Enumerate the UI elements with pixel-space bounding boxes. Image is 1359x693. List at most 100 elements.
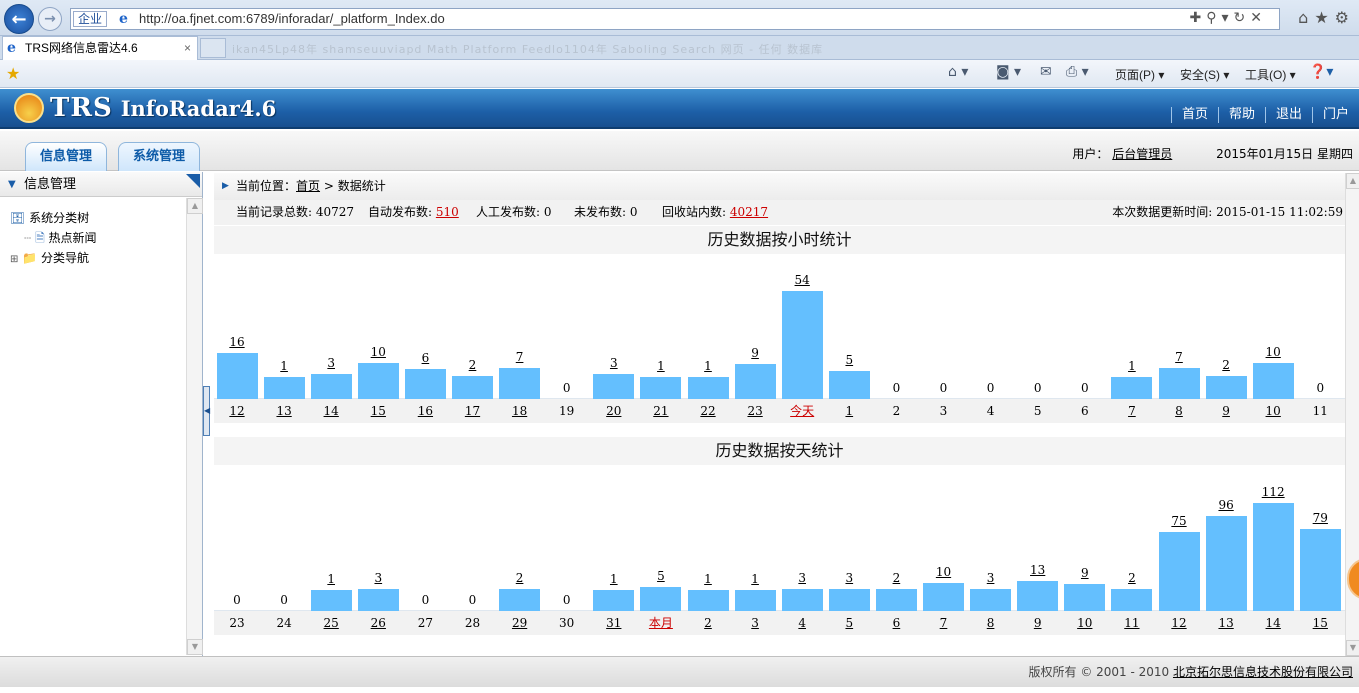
- x-tick-label[interactable]: 2: [688, 611, 729, 635]
- bar-value-label[interactable]: 2: [452, 358, 493, 372]
- collapse-triangle-icon[interactable]: ▼: [8, 172, 16, 197]
- bar-value-label[interactable]: 13: [1017, 563, 1058, 577]
- bar-value-label[interactable]: 1: [735, 572, 776, 586]
- tools-menu[interactable]: 工具(O) ▾: [1245, 66, 1296, 83]
- bar-value-label[interactable]: 1: [688, 359, 729, 373]
- chart-bar[interactable]: [1064, 584, 1106, 611]
- bar-value-label[interactable]: 1: [311, 572, 352, 586]
- chart-bar[interactable]: [1111, 377, 1153, 399]
- bar-value-label[interactable]: 3: [311, 356, 352, 370]
- chart-bar[interactable]: [640, 377, 682, 399]
- x-tick-label[interactable]: 今天: [782, 399, 823, 423]
- x-tick-label[interactable]: 17: [452, 399, 493, 423]
- bar-value-label[interactable]: 9: [1064, 566, 1105, 580]
- x-tick-label[interactable]: 15: [358, 399, 399, 423]
- bar-value-label[interactable]: 6: [405, 351, 446, 365]
- chart-bar[interactable]: [1111, 589, 1153, 611]
- chart-bar[interactable]: [263, 377, 305, 399]
- bar-value-label[interactable]: 3: [593, 356, 634, 370]
- chart-bar[interactable]: [1252, 503, 1294, 611]
- chart-bar[interactable]: [216, 353, 258, 399]
- sidebar-scrollbar[interactable]: ▲ ▼: [186, 198, 203, 655]
- tree-node-hot-news[interactable]: ┄ 🗎 热点新闻: [10, 228, 97, 248]
- chart-bar[interactable]: [781, 589, 823, 611]
- nav-help[interactable]: 帮助: [1217, 107, 1265, 123]
- tab-info-management[interactable]: 信息管理: [25, 142, 108, 171]
- chart-bar[interactable]: [499, 589, 541, 611]
- x-tick-label[interactable]: 13: [264, 399, 305, 423]
- chart-bar[interactable]: [1158, 368, 1200, 399]
- x-tick-label[interactable]: 7: [923, 611, 964, 635]
- forward-button[interactable]: →: [38, 7, 62, 31]
- page-menu[interactable]: 页面(P) ▾: [1115, 66, 1164, 83]
- home-fav-settings-icons[interactable]: ⌂★⚙: [1298, 8, 1355, 27]
- bar-value-label[interactable]: 75: [1159, 514, 1200, 528]
- user-name-link[interactable]: 后台管理员: [1112, 147, 1172, 161]
- bar-value-label[interactable]: 3: [782, 571, 823, 585]
- breadcrumb-home-link[interactable]: 首页: [296, 179, 320, 193]
- bar-value-label[interactable]: 1: [640, 359, 681, 373]
- chart-bar[interactable]: [357, 589, 399, 611]
- tree-node-label[interactable]: 系统分类树: [29, 211, 89, 225]
- x-tick-label[interactable]: 10: [1253, 399, 1294, 423]
- bar-value-label[interactable]: 1: [593, 572, 634, 586]
- x-tick-label[interactable]: 25: [311, 611, 352, 635]
- chart-bar[interactable]: [875, 589, 917, 611]
- chart-bar[interactable]: [1205, 516, 1247, 611]
- x-tick-label[interactable]: 23: [735, 399, 776, 423]
- bar-value-label[interactable]: 1: [264, 359, 305, 373]
- x-tick-label[interactable]: 18: [499, 399, 540, 423]
- x-tick-label[interactable]: 10: [1064, 611, 1105, 635]
- chart-bar[interactable]: [1299, 529, 1341, 611]
- chart-bar[interactable]: [404, 369, 446, 399]
- bar-value-label[interactable]: 3: [358, 571, 399, 585]
- chart-bar[interactable]: [687, 590, 729, 611]
- x-tick-label[interactable]: 8: [970, 611, 1011, 635]
- x-tick-label[interactable]: 7: [1111, 399, 1152, 423]
- x-tick-label[interactable]: 4: [782, 611, 823, 635]
- home-icon[interactable]: ⌂ ▾: [948, 64, 968, 80]
- x-tick-label[interactable]: 9: [1206, 399, 1247, 423]
- x-tick-label[interactable]: 5: [829, 611, 870, 635]
- new-tab-button[interactable]: [200, 38, 226, 58]
- x-tick-label[interactable]: 16: [405, 399, 446, 423]
- tab-system-management[interactable]: 系统管理: [118, 142, 201, 171]
- chart-bar[interactable]: [828, 589, 870, 611]
- bar-value-label[interactable]: 3: [829, 571, 870, 585]
- bar-value-label[interactable]: 2: [499, 571, 540, 585]
- x-tick-label[interactable]: 9: [1017, 611, 1058, 635]
- tab-close-icon[interactable]: ×: [184, 37, 191, 59]
- chart-bar[interactable]: [1017, 581, 1059, 611]
- x-tick-label[interactable]: 6: [876, 611, 917, 635]
- nav-home[interactable]: 首页: [1170, 107, 1218, 123]
- x-tick-label[interactable]: 12: [217, 399, 258, 423]
- chart-bar[interactable]: [687, 377, 729, 399]
- chart-bar[interactable]: [1252, 363, 1294, 399]
- bar-value-label[interactable]: 112: [1253, 485, 1294, 499]
- x-tick-label[interactable]: 1: [829, 399, 870, 423]
- bar-value-label[interactable]: 1: [1111, 359, 1152, 373]
- x-tick-label[interactable]: 12: [1159, 611, 1200, 635]
- x-tick-label[interactable]: 26: [358, 611, 399, 635]
- x-tick-label[interactable]: 14: [311, 399, 352, 423]
- expand-plus-icon[interactable]: ⊞: [10, 254, 18, 265]
- chart-bar[interactable]: [923, 583, 964, 611]
- chart-bar[interactable]: [828, 371, 870, 399]
- tree-node-root[interactable]: 🗄 系统分类树: [10, 208, 97, 228]
- x-tick-label[interactable]: 3: [735, 611, 776, 635]
- nav-logout[interactable]: 退出: [1264, 107, 1312, 123]
- scroll-down-icon[interactable]: ▼: [187, 639, 203, 655]
- url-text[interactable]: http://oa.fjnet.com:6789/inforadar/_plat…: [139, 11, 445, 27]
- x-tick-label[interactable]: 22: [688, 399, 729, 423]
- bar-value-label[interactable]: 1: [688, 572, 729, 586]
- browser-tab-active[interactable]: e TRS网络信息雷达4.6 ×: [2, 36, 198, 60]
- zone-dropdown[interactable]: 企业: [73, 11, 108, 27]
- bar-value-label[interactable]: 5: [829, 353, 870, 367]
- panel-splitter[interactable]: ◀: [203, 386, 210, 436]
- x-tick-label[interactable]: 8: [1159, 399, 1200, 423]
- sidebar-header[interactable]: ▼ 信息管理: [0, 172, 202, 197]
- chart-bar[interactable]: [734, 364, 776, 399]
- url-field[interactable]: 企业 e http://oa.fjnet.com:6789/inforadar/…: [70, 8, 1280, 30]
- bar-value-label[interactable]: 96: [1206, 498, 1247, 512]
- chart-bar[interactable]: [781, 291, 823, 399]
